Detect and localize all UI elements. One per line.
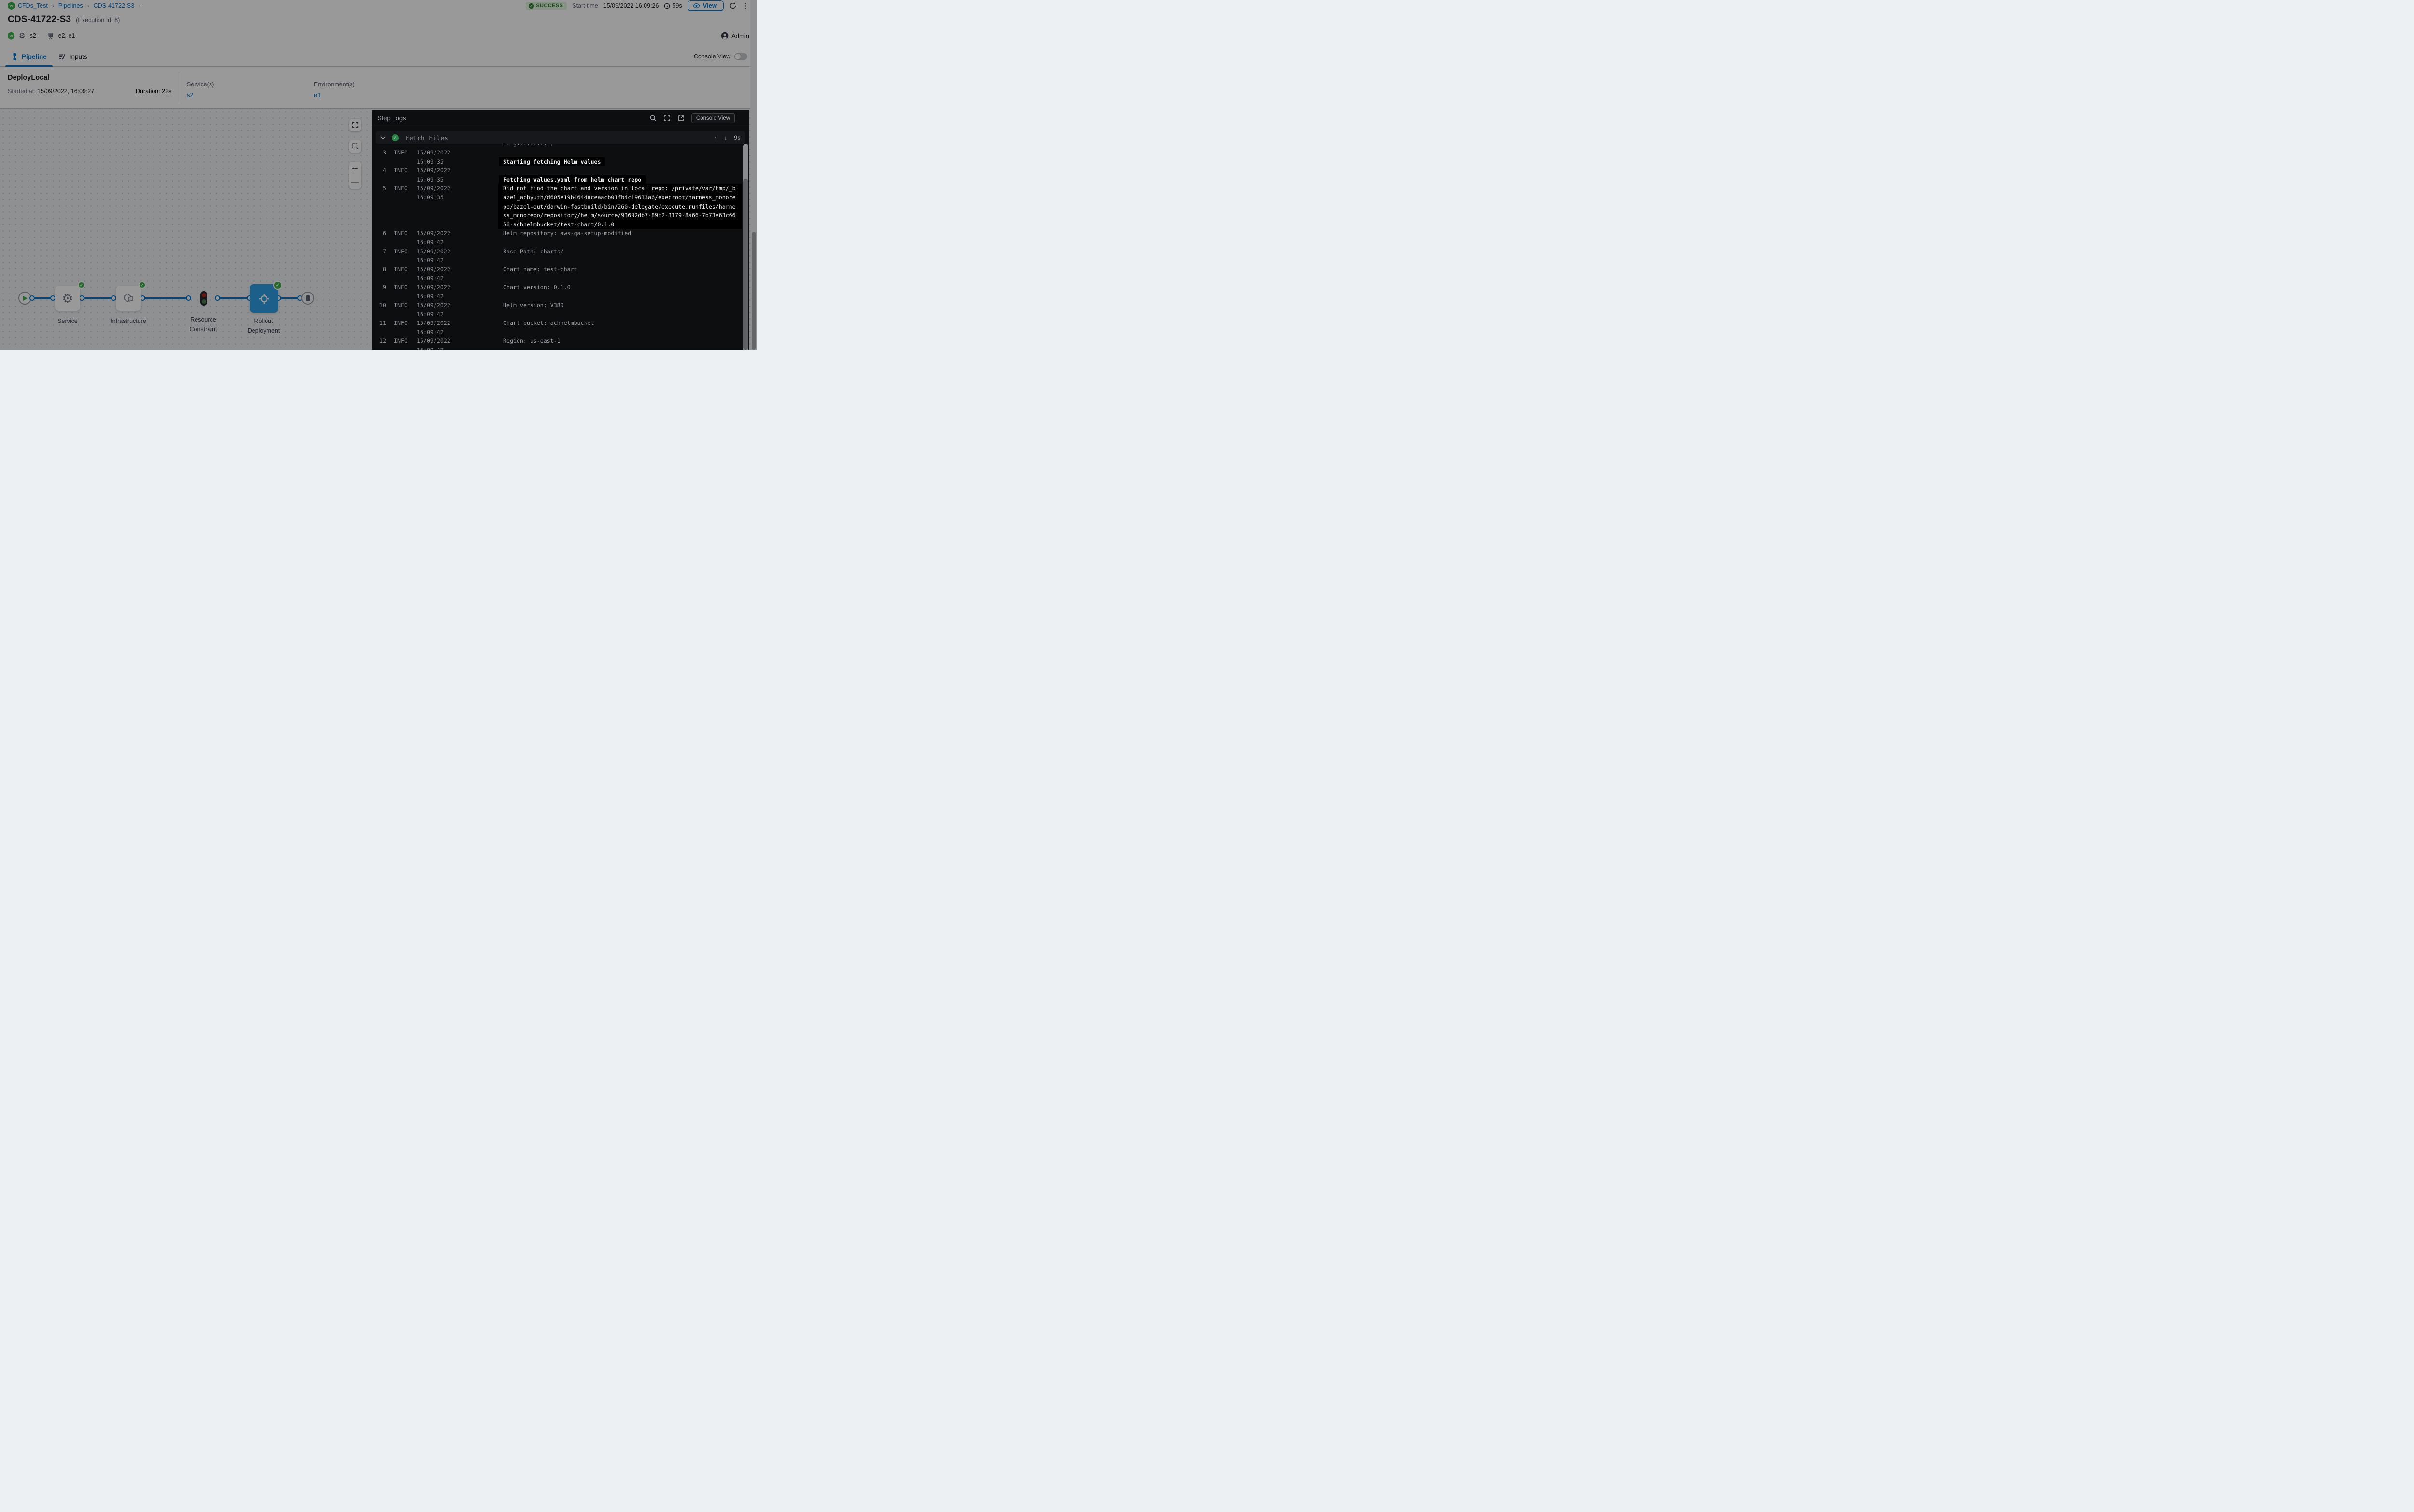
log-text: Did not find the chart and version in lo…	[503, 185, 736, 227]
log-entry: in git....... }	[372, 144, 749, 148]
log-message: Helm repository: aws-qa-setup-modified	[503, 229, 749, 238]
arrow-down-icon: ↓	[724, 134, 728, 141]
log-message: Helm version: V380	[503, 301, 749, 310]
log-text: Chart version: 0.1.0	[503, 284, 571, 291]
log-entry: 12 INFO 15/09/2022 16:09:42 Region: us-east…	[372, 336, 749, 350]
arrow-up-icon: ↑	[714, 134, 717, 141]
log-line-number: 6	[379, 229, 386, 238]
log-line-number: 9	[379, 283, 386, 292]
log-text: Region: us-east-1	[503, 337, 561, 344]
log-timestamp: 15/09/2022 16:09:42	[417, 336, 480, 350]
log-text: Base Path: charts/	[503, 248, 564, 255]
fullscreen-icon	[663, 114, 671, 122]
log-line-number: 4	[379, 166, 386, 175]
log-console-view-button[interactable]: Console View	[691, 113, 735, 123]
log-timestamp: 15/09/2022 16:09:42	[417, 229, 480, 247]
log-panel-title: Step Logs	[378, 114, 406, 122]
log-timestamp: 15/09/2022 16:09:42	[417, 265, 480, 283]
log-entry: 8 INFO 15/09/2022 16:09:42 Chart name: test…	[372, 265, 749, 283]
log-level: INFO	[394, 301, 408, 310]
log-entry: 3 INFO 15/09/2022 16:09:35 Starting fetchin…	[372, 148, 749, 166]
log-entry: 11 INFO 15/09/2022 16:09:42 Chart bucket: a…	[372, 319, 749, 336]
log-text: Starting fetching Helm values	[499, 157, 605, 167]
log-line-number: 10	[379, 301, 386, 310]
log-message: Region: us-east-1	[503, 336, 749, 346]
log-timestamp: 15/09/2022 16:09:42	[417, 247, 480, 265]
log-level: INFO	[394, 166, 408, 175]
log-level: INFO	[394, 283, 408, 292]
log-clipped-line: in git....... }	[372, 144, 749, 148]
log-entry: 5 INFO 15/09/2022 16:09:35 Did not find the…	[372, 184, 749, 229]
log-timestamp: 15/09/2022 16:09:35	[417, 166, 480, 184]
log-level: INFO	[394, 336, 408, 346]
log-level: INFO	[394, 229, 408, 238]
log-body: in git....... } 3 INFO 15/09/2022 16:09:35 S…	[372, 144, 749, 350]
log-line-number: 5	[379, 184, 386, 193]
log-line-number: 7	[379, 247, 386, 256]
log-timestamp: 15/09/2022 16:09:35	[417, 148, 480, 166]
log-level: INFO	[394, 319, 408, 328]
log-line-number: 3	[379, 148, 386, 157]
step-name: Fetch Files	[406, 134, 448, 141]
log-level: INFO	[394, 184, 408, 193]
external-link-icon	[677, 114, 685, 122]
log-message: Chart version: 0.1.0	[503, 283, 749, 292]
step-logs-panel: Step Logs Console View ✓ Fetch Files ↑ ↓…	[372, 110, 749, 350]
log-timestamp: 15/09/2022 16:09:42	[417, 319, 480, 336]
log-message: Did not find the chart and version in lo…	[498, 184, 742, 229]
log-text: Chart name: test-chart	[503, 266, 577, 273]
log-text: in git....... }	[503, 144, 554, 147]
log-level: INFO	[394, 148, 408, 157]
log-message: Chart name: test-chart	[503, 265, 749, 274]
log-open-in-new-button[interactable]	[677, 114, 685, 122]
log-timestamp: 15/09/2022 16:09:42	[417, 283, 480, 301]
search-icon	[649, 114, 657, 122]
chevron-down-icon[interactable]	[380, 136, 386, 140]
log-message: Fetching values.yaml from helm chart rep…	[503, 166, 749, 184]
log-timestamp: 15/09/2022 16:09:35	[417, 184, 480, 202]
log-timestamp: 15/09/2022 16:09:42	[417, 301, 480, 319]
log-message: Starting fetching Helm values	[503, 148, 749, 166]
log-section-header[interactable]: ✓ Fetch Files ↑ ↓ 9s	[376, 131, 745, 144]
log-text: Helm repository: aws-qa-setup-modified	[503, 230, 631, 237]
log-scrollbar[interactable]	[743, 144, 748, 350]
log-message: Chart bucket: achhelmbucket	[503, 319, 749, 328]
log-panel-header: Step Logs Console View	[372, 110, 749, 126]
scroll-down-button[interactable]: ↓	[724, 134, 728, 141]
step-duration: 9s	[734, 134, 741, 141]
log-level: INFO	[394, 265, 408, 274]
log-scrollbar-thumb[interactable]	[743, 179, 748, 350]
log-message: in git....... }	[503, 144, 749, 148]
log-entry: 6 INFO 15/09/2022 16:09:42 Helm repository:…	[372, 229, 749, 247]
log-entry: 7 INFO 15/09/2022 16:09:42 Base Path: chart…	[372, 247, 749, 265]
log-entry: 10 INFO 15/09/2022 16:09:42 Helm version: V…	[372, 301, 749, 319]
log-entry: 4 INFO 15/09/2022 16:09:35 Fetching values.…	[372, 166, 749, 184]
log-fullscreen-button[interactable]	[663, 114, 671, 122]
log-text: Helm version: V380	[503, 302, 564, 308]
log-line-number: 8	[379, 265, 386, 274]
log-message: Base Path: charts/	[503, 247, 749, 256]
log-search-button[interactable]	[649, 114, 657, 122]
log-text: Fetching values.yaml from helm chart rep…	[499, 175, 646, 184]
log-entry: 9 INFO 15/09/2022 16:09:42 Chart version: 0…	[372, 283, 749, 301]
log-level: INFO	[394, 247, 408, 256]
step-success-icon: ✓	[392, 134, 399, 141]
log-line-number: 11	[379, 319, 386, 328]
log-text: Chart bucket: achhelmbucket	[503, 320, 594, 326]
scroll-up-button[interactable]: ↑	[714, 134, 717, 141]
log-line-number: 12	[379, 336, 386, 346]
